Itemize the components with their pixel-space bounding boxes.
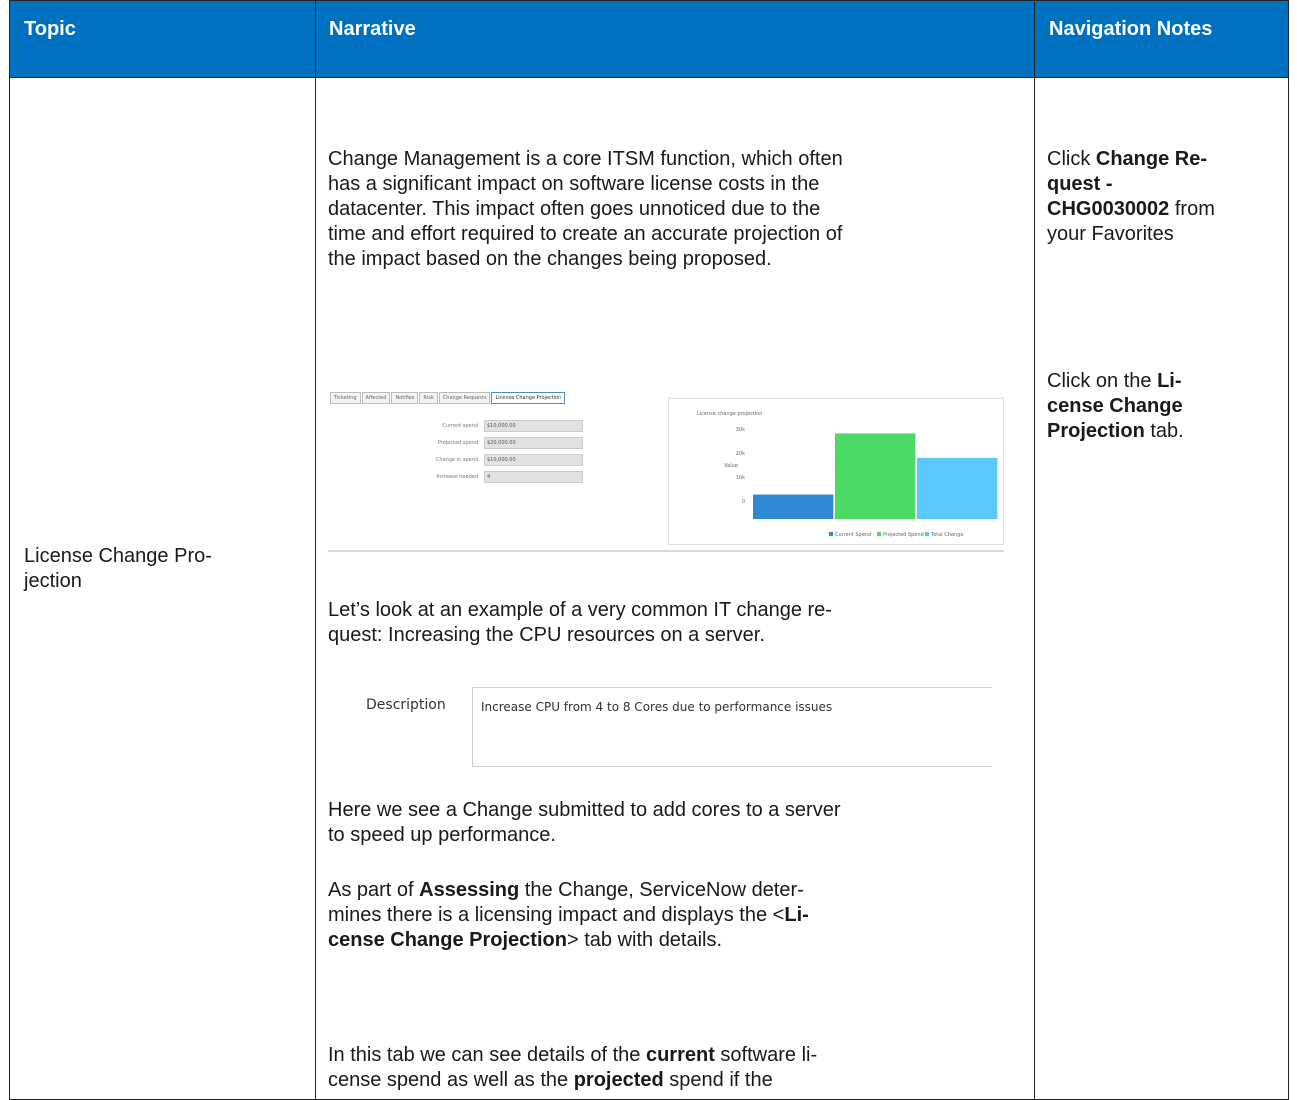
narrative-line: mines there is a licensing impact and di… bbox=[328, 904, 809, 926]
topic-text-line: License Change Pro- bbox=[24, 545, 212, 567]
storyboard-table: Topic Narrative Navigation Notes License… bbox=[9, 0, 1289, 1100]
narrative-paragraph: Change Management is a core ITSM functio… bbox=[328, 147, 1014, 272]
description-label: Description bbox=[366, 697, 446, 713]
narrative-line: cense Change Projection> tab with detail… bbox=[328, 929, 723, 951]
form-tab-bar: Ticketing Affected Notifies Risk Change … bbox=[330, 392, 566, 404]
narrative-line: to speed up performance. bbox=[328, 824, 556, 846]
description-screenshot: Description Increase CPU from 4 to 8 Cor… bbox=[328, 681, 992, 771]
chart-legend-label: Total Change bbox=[930, 532, 963, 538]
field-value: 4 bbox=[484, 471, 583, 483]
narrative-paragraph: Here we see a Change submitted to add co… bbox=[328, 798, 1014, 848]
narrative-paragraph: As part of Assessing the Change, Service… bbox=[328, 878, 1014, 953]
form-field-row: Change in spend $10,000.00 bbox=[368, 454, 588, 466]
field-label: Change in spend bbox=[435, 457, 478, 463]
chart-y-label: Value bbox=[724, 463, 738, 469]
narrative-paragraph: Let’s look at an example of a very commo… bbox=[328, 598, 1014, 648]
form-field-row: Projected spend $20,000.00 bbox=[368, 437, 588, 449]
field-label: Projected spend bbox=[437, 440, 478, 446]
field-value: $10,000.00 bbox=[484, 420, 583, 432]
form-tab: Notifies bbox=[391, 392, 419, 404]
table-header: Topic Narrative Navigation Notes bbox=[10, 1, 1288, 78]
form-tab: Ticketing bbox=[330, 392, 361, 404]
topic-cell: License Change Pro- jection bbox=[24, 544, 294, 594]
chart-legend-label: Projected Spend bbox=[883, 532, 924, 538]
field-value: $20,000.00 bbox=[484, 437, 583, 449]
chart-bar bbox=[835, 433, 916, 519]
narrative-line: cense spend as well as the projected spe… bbox=[328, 1069, 773, 1091]
field-value: $10,000.00 bbox=[484, 454, 583, 466]
narrative-line: has a significant impact on software lic… bbox=[328, 173, 820, 195]
narrative-line: In this tab we can see details of the cu… bbox=[328, 1044, 818, 1066]
field-label: Current spend bbox=[442, 423, 478, 429]
form-tab: Risk bbox=[419, 392, 438, 404]
form-field-row: Current spend $10,000.00 bbox=[368, 420, 588, 432]
narrative-line: Let’s look at an example of a very commo… bbox=[328, 599, 832, 621]
narrative-paragraph: In this tab we can see details of the cu… bbox=[328, 1043, 1014, 1093]
projection-chart: License change projection Value 30k 20k 10k 0… bbox=[668, 398, 1004, 545]
field-label: Increase needed bbox=[436, 474, 479, 480]
chart-bar bbox=[917, 457, 998, 519]
column-divider bbox=[315, 1, 316, 1099]
narrative-line: Change Management is a core ITSM functio… bbox=[328, 148, 843, 170]
chart-bar bbox=[753, 494, 834, 519]
chart-legend-swatch bbox=[925, 532, 929, 536]
navigation-note: Click on the Li- cense Change Projection… bbox=[1047, 370, 1184, 442]
chart-tick-label: 20k bbox=[736, 451, 745, 457]
header-topic: Topic bbox=[24, 18, 76, 40]
form-tab: Change Requests bbox=[438, 392, 491, 404]
form-tab-active: License Change Projection bbox=[491, 392, 566, 404]
chart-tick-label: 0 bbox=[742, 499, 745, 505]
topic-text-line: jection bbox=[24, 570, 82, 592]
narrative-line: quest: Increasing the CPU resources on a… bbox=[328, 624, 765, 646]
narrative-line: As part of Assessing the Change, Service… bbox=[328, 879, 804, 901]
header-narrative: Narrative bbox=[329, 18, 416, 40]
header-navigation-notes: Navigation Notes bbox=[1049, 18, 1213, 40]
chart-legend-label: Current Spend bbox=[835, 532, 871, 538]
description-field: Increase CPU from 4 to 8 Cores due to pe… bbox=[472, 687, 992, 767]
narrative-line: Here we see a Change submitted to add co… bbox=[328, 799, 841, 821]
chart-tick-label: 30k bbox=[736, 427, 745, 433]
form-tab: Affected bbox=[361, 392, 391, 404]
chart-legend-swatch bbox=[877, 532, 881, 536]
navigation-note: Click Change Re- quest - CHG0030002 from… bbox=[1047, 148, 1215, 245]
projection-chart-svg: License change projection Value 30k 20k 10k 0… bbox=[697, 411, 998, 538]
form-field-row: Increase needed 4 bbox=[368, 471, 588, 483]
license-projection-screenshot: Ticketing Affected Notifies Risk Change … bbox=[328, 390, 1004, 552]
chart-title: License change projection bbox=[697, 411, 762, 417]
chart-tick-label: 10k bbox=[736, 475, 745, 481]
column-divider bbox=[1034, 1, 1035, 1099]
chart-legend-swatch bbox=[829, 532, 833, 536]
narrative-line: the impact based on the changes being pr… bbox=[328, 248, 772, 270]
narrative-line: datacenter. This impact often goes unnot… bbox=[328, 198, 821, 220]
narrative-line: time and effort required to create an ac… bbox=[328, 223, 843, 245]
